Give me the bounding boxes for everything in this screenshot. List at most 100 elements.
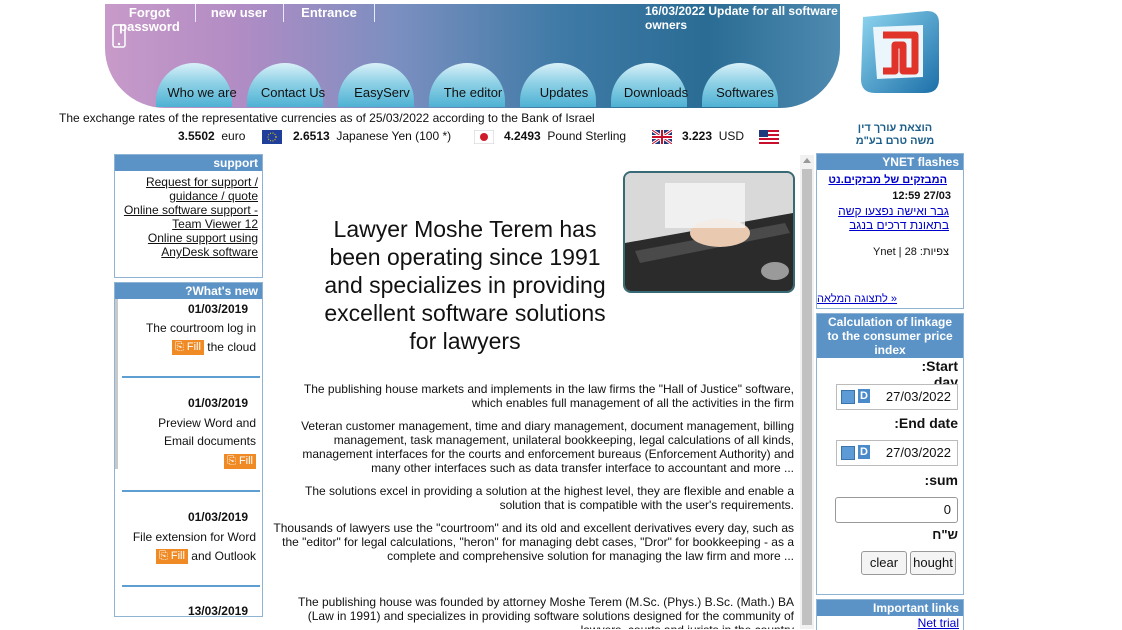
fill-label: Fill (238, 455, 253, 468)
news-line: and Outlook (191, 549, 256, 563)
entrance-link[interactable]: Entrance (293, 6, 365, 20)
news-line: Preview Word and (158, 416, 256, 430)
sum-label: :sum (924, 472, 958, 488)
ynet-source-link[interactable]: המבזקים של מבזקים.נט (828, 174, 947, 186)
tab-the-editor[interactable]: The editor (428, 86, 518, 100)
top-separator (195, 4, 196, 22)
new-user-link[interactable]: new user (204, 6, 274, 20)
fill-label: Fill (186, 341, 201, 354)
clear-button[interactable]: clear (861, 551, 907, 575)
linkage-title: Calculation of linkage to the consumer p… (817, 314, 963, 358)
news-item-preview-word[interactable]: Preview Word and Email documents ⎘ Fill (158, 414, 256, 470)
exchange-rates-title: The exchange rates of the representative… (59, 111, 595, 125)
tab-updates[interactable]: Updates (519, 86, 609, 100)
currency-label: ש"ח (932, 527, 958, 542)
main-heading: Lawyer Moshe Terem has been operating si… (324, 216, 606, 354)
fill-icon: ⎘ (159, 550, 168, 563)
news-line: the cloud (207, 340, 256, 354)
rate-name: Pound Sterling (547, 129, 627, 143)
update-notice[interactable]: 16/03/2022 Update for all software owner… (645, 4, 845, 32)
date-badge[interactable]: D (858, 389, 870, 403)
ynet-time: 12:59 27/03 (892, 190, 951, 202)
important-links-panel: Important links Net trial (816, 599, 964, 630)
rate-value: 3.223 (682, 129, 713, 143)
fill-icon: ⎘ (175, 341, 184, 354)
rate-usd: 3.223 USD (682, 129, 744, 143)
fill-icon: ⎘ (227, 455, 236, 468)
ynet-views: Ynet | צפיות: 28 (873, 246, 949, 258)
fill-label: Fill (170, 550, 185, 563)
tab-who-we-are[interactable]: Who we are (157, 86, 247, 100)
ynet-title: YNET flashes (817, 154, 963, 170)
news-date: 01/03/2019 (187, 396, 248, 410)
important-links-title: Important links (817, 600, 963, 616)
logo-caption: הוצאת עורך דין משה טרם בע"מ (848, 122, 942, 148)
rate-value: 2.6513 (293, 129, 330, 143)
date-badge[interactable]: D (858, 445, 870, 459)
end-date-field[interactable]: D 27/03/2022 (836, 440, 958, 466)
whats-new-title: ?What's new (115, 283, 262, 299)
news-line: Email documents (163, 434, 256, 448)
end-date-value[interactable]: 27/03/2022 (886, 445, 951, 460)
tab-downloads[interactable]: Downloads (611, 86, 701, 100)
sum-input[interactable]: 0 (835, 497, 958, 523)
rate-yen: 2.6513 Japanese Yen (100 *) (293, 129, 451, 143)
news-separator (122, 490, 260, 492)
whats-new-scrollbar[interactable] (115, 299, 118, 469)
whats-new-panel: ?What's new 01/03/2019 The courtroom log… (114, 282, 263, 617)
rate-euro: 3.5502 euro (178, 129, 245, 143)
ynet-panel: YNET flashes המבזקים של מבזקים.נט 12:59 … (816, 153, 964, 309)
ynet-headline-link[interactable]: גבר ואישה נפצעו קשה בתאונת דרכים בנגב (824, 204, 949, 232)
rate-value: 3.5502 (178, 129, 215, 143)
top-separator (374, 4, 375, 22)
eu-flag-icon (262, 130, 282, 144)
content-scrollbar[interactable] (800, 155, 814, 629)
news-item-courtroom[interactable]: The courtroom log in ⎘ Fill the cloud (146, 319, 256, 357)
news-separator (122, 585, 260, 587)
fill-badge[interactable]: ⎘ Fill (156, 549, 188, 565)
support-panel-title: support (115, 155, 262, 171)
end-date-label: :End date (894, 415, 958, 431)
rate-name: USD (718, 129, 745, 143)
main-paragraph: Thousands of lawyers use the "courtroom"… (273, 521, 794, 563)
calendar-icon[interactable] (841, 390, 855, 404)
support-panel: support Request for support / guidance /… (114, 154, 263, 278)
net-trial-link[interactable]: Net trial (817, 616, 963, 630)
anydesk-support-link[interactable]: Online support using AnyDesk software (123, 231, 258, 259)
main-paragraph: The publishing house was founded by atto… (297, 595, 794, 629)
tab-softwares[interactable]: Softwares (700, 86, 790, 100)
laptop-typing-photo (623, 171, 795, 293)
news-line: The courtroom log in (145, 321, 256, 335)
rate-name: Japanese Yen (100 *) (336, 129, 452, 143)
company-logo-icon[interactable] (855, 9, 941, 101)
news-date: 01/03/2019 (187, 510, 248, 524)
fill-badge[interactable]: ⎘ Fill (172, 340, 204, 356)
start-date-value[interactable]: 27/03/2022 (886, 389, 951, 404)
scroll-thumb[interactable] (802, 169, 812, 625)
tab-contact-us[interactable]: Contact Us (248, 86, 338, 100)
fill-badge[interactable]: ⎘ Fill (224, 454, 256, 470)
news-date: 01/03/2019 (187, 302, 248, 316)
calendar-icon[interactable] (841, 446, 855, 460)
start-date-field[interactable]: D 27/03/2022 (836, 384, 958, 410)
rate-pound: 4.2493 Pound Sterling (504, 129, 626, 143)
japan-flag-icon (473, 129, 495, 145)
logo-caption-line2: משה טרם בע"מ (855, 135, 935, 147)
news-item-file-extension[interactable]: File extension for Word ⎘ Fill and Outlo… (133, 528, 256, 566)
mobile-phone-icon[interactable] (112, 24, 126, 48)
news-separator (122, 376, 260, 378)
support-request-link[interactable]: Request for support / guidance / quote (123, 175, 258, 203)
main-paragraph: The solutions excel in providing a solut… (305, 484, 794, 512)
team-viewer-support-link[interactable]: Online software support - Team Viewer 12 (123, 203, 258, 231)
ynet-full-view-link[interactable]: לתצוגה המלאה » (817, 293, 897, 305)
rate-name: euro (221, 129, 246, 143)
logo-caption-line1: הוצאת עורך דין (857, 122, 933, 134)
tab-easyserv[interactable]: EasyServ (337, 86, 427, 100)
uk-flag-icon (651, 128, 673, 146)
rate-value: 4.2493 (504, 129, 541, 143)
news-date: 13/03/2019 (187, 604, 248, 617)
scroll-up-arrow-icon[interactable] (803, 158, 811, 163)
calculate-button[interactable]: hought (910, 551, 956, 575)
usa-flag-icon (759, 130, 779, 144)
sum-value[interactable]: 0 (944, 502, 951, 517)
